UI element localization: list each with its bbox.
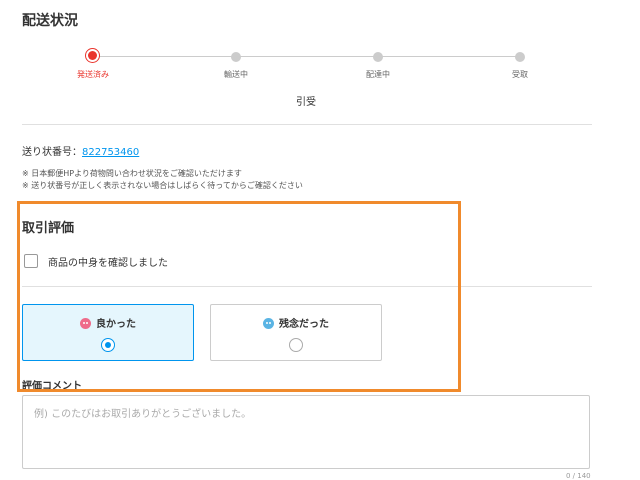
confirm-contents-label[interactable]: 商品の中身を確認しました: [48, 254, 168, 269]
divider: [22, 124, 592, 125]
progress-step-transit-dot: [231, 52, 241, 62]
progress-step-shipped-label: 発送済み: [77, 70, 109, 79]
tracking-number-row: 送り状番号：822753460: [22, 143, 139, 158]
tracking-number-link[interactable]: 822753460: [82, 147, 139, 158]
progress-step-transit-label: 輸送中: [224, 70, 248, 79]
rating-bad-label: 残念だった: [279, 319, 329, 330]
rating-good-radio[interactable]: [101, 338, 115, 352]
divider: [22, 286, 592, 287]
evaluation-title: 取引評価: [22, 221, 75, 236]
rating-good-option[interactable]: 良かった: [22, 304, 194, 361]
rating-good-label: 良かった: [96, 319, 136, 330]
sad-face-icon: [263, 318, 274, 329]
progress-step-delivering-label: 配達中: [366, 70, 390, 79]
rating-bad-header: 残念だった: [211, 315, 381, 330]
tracking-number-label: 送り状番号：: [22, 147, 82, 158]
progress-step-shipped-dot: [88, 51, 97, 60]
rating-bad-radio[interactable]: [289, 338, 303, 352]
highlight-frame: [17, 201, 461, 392]
current-status-text: 引受: [296, 97, 316, 108]
tracking-note: ※ 送り状番号が正しく表示されない場合はしばらく待ってからご確認ください: [22, 181, 303, 190]
tracking-note: ※ 日本郵便HPより荷物問い合わせ状況をご確認いただけます: [22, 169, 242, 178]
progress-track: [93, 56, 520, 57]
progress-step-received-dot: [515, 52, 525, 62]
rating-good-header: 良かった: [23, 315, 193, 330]
smile-face-icon: [80, 318, 91, 329]
comment-label: 評価コメント: [22, 381, 82, 392]
rating-bad-option[interactable]: 残念だった: [210, 304, 382, 361]
progress-step-received-label: 受取: [512, 70, 528, 79]
progress-step-delivering-dot: [373, 52, 383, 62]
confirm-contents-checkbox[interactable]: [24, 254, 38, 268]
delivery-status-title: 配送状況: [22, 13, 78, 29]
comment-textarea[interactable]: [22, 395, 590, 469]
comment-char-counter: 0 / 140: [566, 472, 591, 480]
